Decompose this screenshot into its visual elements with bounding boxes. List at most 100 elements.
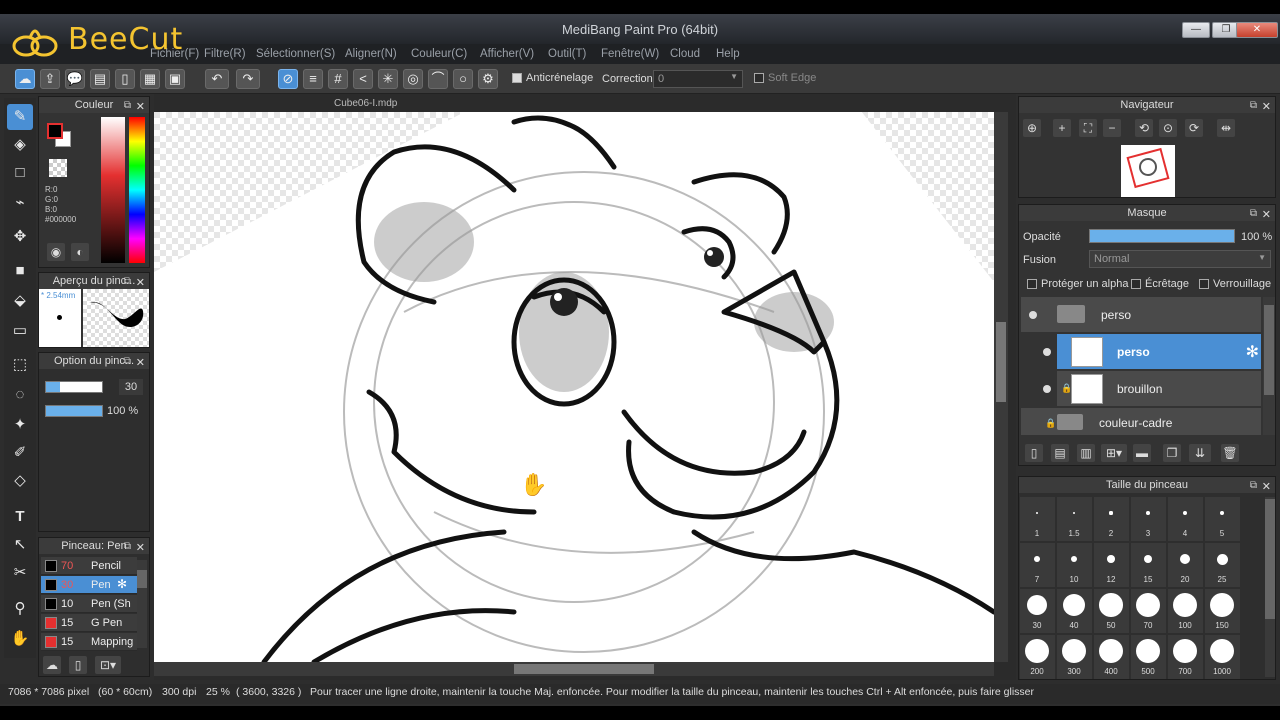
text-tool-icon[interactable]: T xyxy=(7,504,33,530)
rotate-left-icon[interactable]: ⟲ xyxy=(1135,119,1153,137)
cloud-icon[interactable]: ☁ xyxy=(15,69,35,89)
document-icon[interactable]: ▯ xyxy=(115,69,135,89)
blend-mode-select[interactable]: Normal ▼ xyxy=(1089,250,1271,268)
brush-item[interactable]: 15 Mapping xyxy=(41,633,137,651)
menu-filter[interactable]: Filtre(R) xyxy=(204,48,246,60)
brush-menu-icon[interactable]: ⊡▾ xyxy=(95,656,121,674)
brush-size-cell[interactable]: 25 xyxy=(1205,543,1240,587)
brush-size-cell[interactable]: 400 xyxy=(1094,635,1129,679)
brush-size-cell[interactable]: 7 xyxy=(1020,543,1055,587)
navigator-thumbnail[interactable] xyxy=(1121,145,1175,197)
operation-tool-icon[interactable]: ↖ xyxy=(7,532,33,558)
drawing-canvas[interactable]: ✋ xyxy=(154,112,994,662)
menu-align[interactable]: Aligner(N) xyxy=(345,48,397,60)
close-icon[interactable]: ✕ xyxy=(136,355,145,371)
fit-icon[interactable]: ⛶ xyxy=(1079,119,1097,137)
menu-cloud[interactable]: Cloud xyxy=(670,48,700,60)
close-icon[interactable]: ✕ xyxy=(1262,479,1271,495)
brush-item[interactable]: 10 Pen (Sh xyxy=(41,595,137,613)
snap-settings-icon[interactable]: ⚙ xyxy=(478,69,498,89)
brush-size-cell[interactable]: 20 xyxy=(1168,543,1203,587)
brush-size-cell[interactable]: 100 xyxy=(1168,589,1203,633)
brush-list-scrollbar[interactable] xyxy=(137,560,147,648)
select-eraser-icon[interactable]: ◇ xyxy=(7,468,33,494)
correction-select[interactable]: 0 ▼ xyxy=(653,70,743,88)
magic-wand-icon[interactable]: ✦ xyxy=(7,412,33,438)
brush-size-cell[interactable]: 40 xyxy=(1057,589,1092,633)
scrollbar-thumb[interactable] xyxy=(1264,305,1274,395)
brush-opacity-slider[interactable] xyxy=(45,405,103,417)
brush-item[interactable]: 70 Pencil xyxy=(41,557,137,575)
menu-window[interactable]: Fenêtre(W) xyxy=(601,48,659,60)
undock-icon[interactable]: ⧉ xyxy=(1250,478,1257,494)
brush-item-selected[interactable]: 30 Pen ✻ xyxy=(41,576,137,594)
zoom-icon[interactable]: ⊕ xyxy=(1023,119,1041,137)
protect-alpha-toggle[interactable]: Protéger un alpha xyxy=(1027,278,1128,290)
clipping-checkbox[interactable] xyxy=(1131,279,1141,290)
brush-size-cell[interactable]: 2 xyxy=(1094,497,1129,541)
palette-icon[interactable]: ◉ xyxy=(47,243,65,261)
antialias-checkbox[interactable] xyxy=(512,73,522,84)
hand-tool-icon[interactable]: ✋ xyxy=(7,626,33,652)
new-8bit-layer-icon[interactable]: ▥ xyxy=(1077,444,1095,462)
close-icon[interactable]: ✕ xyxy=(1262,99,1271,115)
layer-opacity-slider[interactable] xyxy=(1089,229,1235,243)
radial-snap-icon[interactable]: ✳ xyxy=(378,69,398,89)
brush-size-cell[interactable]: 3 xyxy=(1131,497,1166,541)
canvas-horizontal-scrollbar[interactable] xyxy=(154,662,994,676)
hue-slider[interactable] xyxy=(129,117,145,263)
undock-icon[interactable]: ⧉ xyxy=(124,539,131,555)
brush-size-cell[interactable]: 1 xyxy=(1020,497,1055,541)
layer-folder-row[interactable]: perso xyxy=(1021,297,1261,333)
scrollbar-thumb[interactable] xyxy=(514,664,654,674)
brush-size-cell[interactable]: 700 xyxy=(1168,635,1203,679)
brush-size-cell[interactable]: 50 xyxy=(1094,589,1129,633)
scrollbar-thumb[interactable] xyxy=(996,322,1006,402)
move-tool-icon[interactable]: ✥ xyxy=(7,224,33,250)
gradient-tool-icon[interactable]: ▭ xyxy=(7,318,33,344)
scrollbar-thumb[interactable] xyxy=(1265,499,1275,619)
gear-icon[interactable]: ✻ xyxy=(117,577,127,591)
lock-toggle[interactable]: Verrouillage xyxy=(1199,278,1271,290)
brush-size-cell[interactable]: 10 xyxy=(1057,543,1092,587)
layout-icon[interactable]: ▣ xyxy=(165,69,185,89)
add-layer-menu-icon[interactable]: ⊞▾ xyxy=(1101,444,1127,462)
reset-view-icon[interactable]: ⊙ xyxy=(1159,119,1177,137)
close-icon[interactable]: ✕ xyxy=(136,99,145,115)
shape-tool-icon[interactable]: ■ xyxy=(7,258,33,284)
visibility-icon[interactable] xyxy=(1029,311,1037,319)
parallel-snap-icon[interactable]: ≡ xyxy=(303,69,323,89)
lasso-tool-icon[interactable]: ◌ xyxy=(7,382,33,408)
new-folder-icon[interactable]: ▬ xyxy=(1133,444,1151,462)
layer-row[interactable]: 🔒 brouillon xyxy=(1043,371,1261,407)
zoom-in-icon[interactable]: + xyxy=(1053,119,1071,137)
comment-icon[interactable]: 💬 xyxy=(65,69,85,89)
layer-folder-row[interactable]: 🔒 couleur-cadre xyxy=(1021,408,1261,436)
protect-alpha-checkbox[interactable] xyxy=(1027,279,1037,290)
undock-icon[interactable]: ⧉ xyxy=(1250,98,1257,114)
canvas-vertical-scrollbar[interactable] xyxy=(994,112,1008,662)
duplicate-layer-icon[interactable]: ❐ xyxy=(1163,444,1181,462)
menu-help[interactable]: Help xyxy=(716,48,740,60)
rotate-right-icon[interactable]: ⟳ xyxy=(1185,119,1203,137)
cloud-brush-icon[interactable]: ☁ xyxy=(43,656,61,674)
curve-snap-icon[interactable]: ⌒ xyxy=(428,69,448,89)
brush-size-cell[interactable]: 15 xyxy=(1131,543,1166,587)
brush-item[interactable]: 15 G Pen xyxy=(41,614,137,632)
brush-size-scrollbar[interactable] xyxy=(1265,497,1275,677)
redo-icon[interactable]: ↷ xyxy=(236,69,260,89)
gear-icon[interactable]: ✻ xyxy=(1246,342,1259,362)
brush-size-cell[interactable]: 150 xyxy=(1205,589,1240,633)
fill-tool-icon[interactable]: ⬙ xyxy=(7,288,33,314)
saturation-slider[interactable] xyxy=(101,117,125,263)
visibility-icon[interactable] xyxy=(1043,385,1051,393)
delete-layer-icon[interactable]: 🗑 xyxy=(1221,444,1239,462)
grid-view-icon[interactable]: ▦ xyxy=(140,69,160,89)
brush-size-cell[interactable]: 500 xyxy=(1131,635,1166,679)
new-halftone-layer-icon[interactable]: ▤ xyxy=(1051,444,1069,462)
brush-size-cell[interactable]: 70 xyxy=(1131,589,1166,633)
message-icon[interactable]: ▤ xyxy=(90,69,110,89)
scrollbar-thumb[interactable] xyxy=(137,570,147,588)
undock-icon[interactable]: ⧉ xyxy=(124,354,131,370)
zoom-out-icon[interactable]: − xyxy=(1103,119,1121,137)
